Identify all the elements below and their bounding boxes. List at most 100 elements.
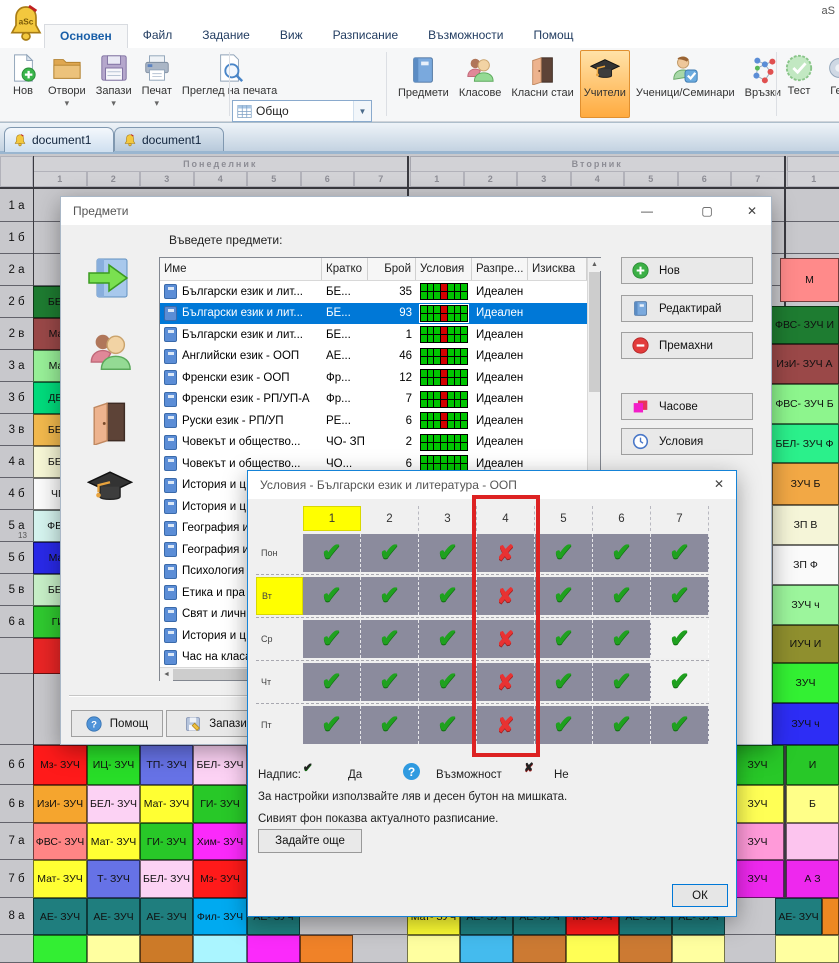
period-header[interactable]: 4: [194, 171, 248, 187]
lesson-cell[interactable]: Мат- ЗУЧ: [87, 823, 140, 860]
subject-row[interactable]: Човекът и общество...ЧО- ЗП2Идеален: [160, 432, 600, 454]
lesson-cell[interactable]: ФВС- ЗУЧ Б: [770, 384, 839, 424]
lesson-cell[interactable]: [513, 935, 566, 963]
ribbon-button-тест[interactable]: Тест: [780, 50, 818, 118]
class-row-label[interactable]: 1 а: [0, 190, 33, 221]
set-more-button[interactable]: Задайте още: [258, 829, 362, 853]
lesson-cell[interactable]: [407, 935, 460, 963]
period-header[interactable]: 3: [140, 171, 194, 187]
grid-column-header[interactable]: 3: [419, 506, 477, 531]
condition-cell[interactable]: ✔: [593, 620, 651, 658]
subject-row[interactable]: Френски език - РП/УП-АФр...7Идеален: [160, 389, 600, 411]
lesson-cell[interactable]: БЕЛ- ЗУЧ: [87, 785, 140, 823]
condition-cell[interactable]: ✔: [419, 620, 477, 658]
lesson-cell[interactable]: ЗУЧ: [731, 745, 784, 785]
condition-cell[interactable]: ✔: [303, 577, 361, 615]
document-tab[interactable]: document1: [114, 127, 224, 152]
lesson-cell[interactable]: АЕ- ЗУЧ: [775, 898, 822, 935]
subjects-dialog-titlebar[interactable]: Предмети: [61, 197, 771, 225]
class-row-label[interactable]: 4 а: [0, 446, 33, 477]
scroll-left-icon[interactable]: ◄: [160, 668, 173, 681]
view-select[interactable]: Общо ▼: [232, 100, 372, 122]
period-header[interactable]: 1: [787, 171, 839, 187]
lesson-cell[interactable]: [247, 935, 300, 963]
grid-row-label[interactable]: Вт: [256, 577, 303, 615]
lesson-cell[interactable]: ЗУЧ Б: [772, 463, 839, 505]
lesson-cell[interactable]: [460, 935, 513, 963]
class-row-label[interactable]: 6 а: [0, 606, 33, 637]
grid-column-header[interactable]: 4: [477, 506, 535, 531]
lesson-cell[interactable]: ЗУЧ ч: [772, 585, 839, 625]
ribbon-tab-виж[interactable]: Виж: [265, 24, 318, 48]
condition-cell[interactable]: ✔: [419, 577, 477, 615]
grid-row-label[interactable]: Чт: [256, 663, 303, 701]
dropdown-arrow-icon[interactable]: ▾: [65, 99, 70, 108]
ribbon-tab-задание[interactable]: Задание: [187, 24, 265, 48]
lesson-cell[interactable]: ЗУЧ ч: [772, 703, 839, 745]
app-bell-icon[interactable]: aSc: [6, 2, 46, 46]
column-header-кратко[interactable]: Кратко: [322, 258, 368, 280]
lesson-cell[interactable]: М: [780, 258, 839, 302]
нов-button[interactable]: Нов: [621, 257, 753, 284]
period-header[interactable]: 4: [571, 171, 625, 187]
lesson-cell[interactable]: ФВС- ЗУЧ И: [770, 306, 839, 344]
conditions-dialog-titlebar[interactable]: Условия - Български език и литература - …: [248, 471, 736, 499]
period-header[interactable]: 6: [678, 171, 732, 187]
lesson-cell[interactable]: Мат- ЗУЧ: [140, 785, 193, 823]
ribbon-tab-файл[interactable]: Файл: [128, 24, 188, 48]
lesson-cell[interactable]: [672, 935, 725, 963]
condition-cell[interactable]: ✔: [535, 706, 593, 744]
lesson-cell[interactable]: ЗУЧ: [731, 785, 784, 823]
column-header-изисква[interactable]: Изисква: [528, 258, 587, 280]
lesson-cell[interactable]: Мат- ЗУЧ: [33, 860, 87, 898]
ribbon-button-учители[interactable]: Учители: [580, 50, 630, 118]
class-row-label[interactable]: 1 б: [0, 222, 33, 253]
lesson-cell[interactable]: АЕ- ЗУЧ: [87, 898, 140, 935]
lesson-cell[interactable]: [822, 898, 839, 935]
ribbon-button-връзки[interactable]: Връзки: [741, 50, 785, 118]
condition-cell[interactable]: ✘: [477, 706, 535, 744]
grid-row-label[interactable]: Пт: [256, 706, 303, 744]
lesson-cell[interactable]: БЕЛ- ЗУЧ: [193, 745, 247, 785]
condition-cell[interactable]: ✘: [477, 577, 535, 615]
condition-cell[interactable]: ✔: [419, 706, 477, 744]
часове-button[interactable]: Часове: [621, 393, 753, 420]
document-tab[interactable]: document1: [4, 127, 114, 152]
condition-cell[interactable]: ✔: [535, 620, 593, 658]
class-row-label[interactable]: 2 а: [0, 254, 33, 285]
lesson-cell[interactable]: ГИ- ЗУЧ: [140, 823, 193, 860]
condition-cell[interactable]: ✔: [419, 663, 477, 701]
lesson-cell[interactable]: [193, 935, 247, 963]
ribbon-tab-помощ[interactable]: Помощ: [518, 24, 588, 48]
lesson-cell[interactable]: [33, 935, 87, 963]
column-header-разпре[interactable]: Разпре...: [472, 258, 528, 280]
chevron-down-icon[interactable]: ▼: [353, 101, 371, 121]
lesson-cell[interactable]: [300, 935, 353, 963]
condition-cell[interactable]: ✔: [535, 577, 593, 615]
subject-row[interactable]: Български език и лит...БЕ...93Идеален: [160, 303, 600, 325]
condition-cell[interactable]: ✔: [361, 706, 419, 744]
lesson-cell[interactable]: ГИ- ЗУЧ: [193, 785, 247, 823]
minimize-button[interactable]: —: [634, 201, 660, 221]
condition-cell[interactable]: ✔: [593, 534, 651, 572]
lesson-cell[interactable]: ТП- ЗУЧ: [140, 745, 193, 785]
ribbon-button-нов[interactable]: Нов: [4, 50, 42, 118]
subject-row[interactable]: Френски език - ООПФр...12Идеален: [160, 367, 600, 389]
lesson-cell[interactable]: ЗУЧ: [731, 860, 784, 898]
class-row-label[interactable]: 5 в: [0, 574, 33, 605]
grid-row-label[interactable]: Пон: [256, 534, 303, 572]
period-header[interactable]: 1: [410, 171, 464, 187]
lesson-cell[interactable]: И: [786, 745, 839, 785]
ok-button[interactable]: ОК: [672, 884, 728, 907]
lesson-cell[interactable]: [786, 823, 839, 860]
lesson-cell[interactable]: [140, 935, 193, 963]
period-header[interactable]: 7: [731, 171, 785, 187]
lesson-cell[interactable]: ИзИ- ЗУЧ: [33, 785, 87, 823]
class-row-label[interactable]: 8 а: [0, 898, 33, 934]
subject-row[interactable]: Български език и лит...БЕ...1Идеален: [160, 324, 600, 346]
condition-cell[interactable]: ✔: [535, 663, 593, 701]
condition-cell[interactable]: ✔: [303, 663, 361, 701]
condition-cell[interactable]: ✔: [651, 706, 709, 744]
помощ-button[interactable]: ?Помощ: [71, 710, 163, 737]
condition-cell[interactable]: ✔: [361, 577, 419, 615]
